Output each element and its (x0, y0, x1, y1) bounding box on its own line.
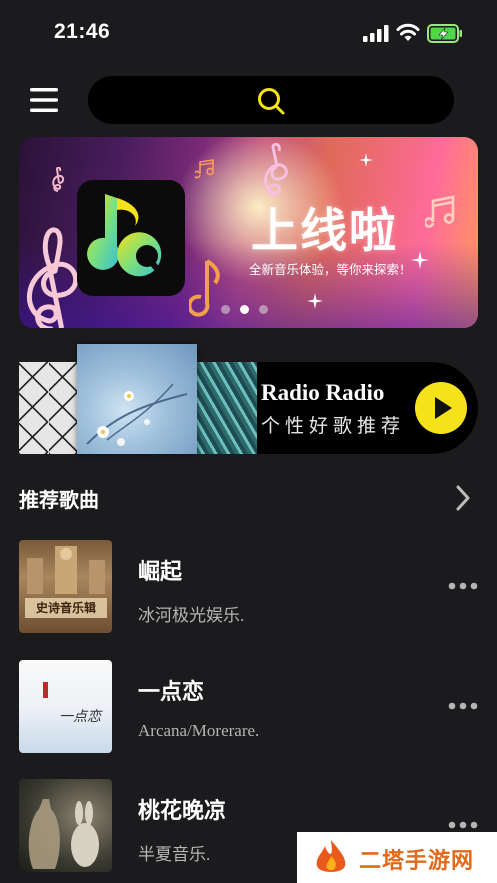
status-bar: 21:46 (0, 0, 497, 66)
status-time: 21:46 (54, 20, 111, 43)
small-clef-icon (52, 167, 65, 192)
watermark-text: 二塔手游网 (359, 849, 475, 874)
music-note-icon (189, 259, 220, 317)
eighth-note-icon (195, 159, 214, 179)
pagination-dot[interactable] (221, 305, 230, 314)
song-title: 一点恋 (138, 680, 205, 705)
song-title: 桃花晚凉 (138, 799, 227, 824)
song-artist: 半夏音乐. (138, 845, 211, 864)
beamed-notes-icon (425, 195, 455, 228)
radio-subtitle: 个性好歌推荐 (261, 415, 406, 437)
search-icon[interactable] (256, 86, 286, 116)
song-artist: 冰河极光娱乐. (138, 606, 245, 625)
more-options-icon[interactable] (448, 702, 478, 710)
song-cover: 一点恋 (19, 660, 112, 753)
clef-icon (264, 143, 288, 197)
menu-icon[interactable] (28, 86, 60, 114)
radio-cover-geometric (19, 362, 79, 454)
banner-subtitle: 全新音乐体验，等你来探索！ (249, 262, 412, 277)
chevron-right-icon[interactable] (454, 484, 472, 512)
flowers-illustration (86, 383, 188, 446)
flame-logo-icon (316, 840, 346, 872)
play-button[interactable] (415, 382, 467, 434)
music-note-logo-icon (87, 194, 168, 281)
song-artist: Arcana/Morerare. (138, 721, 260, 740)
sparkle-icon (359, 153, 373, 167)
song-cover: 史诗音乐辑 (19, 540, 112, 633)
radio-title: Radio Radio (261, 380, 385, 405)
song-cover (19, 779, 112, 872)
banner-headline: 上线啦 (251, 204, 398, 259)
search-bar[interactable] (88, 76, 454, 124)
treble-clef-icon (26, 227, 79, 328)
statues-illustration (27, 546, 105, 594)
cover-caption: 一点恋 (59, 709, 101, 725)
pagination-dot[interactable] (259, 305, 268, 314)
sparkle-icon (411, 251, 429, 269)
section-title-recommended: 推荐歌曲 (19, 488, 99, 512)
signal-icon (363, 25, 389, 42)
battery-charging-icon (427, 24, 462, 43)
sparkle-icon (307, 293, 323, 309)
song-row[interactable]: 一点恋 一点恋 Arcana/Morerare. (0, 660, 497, 756)
banner-pagination[interactable] (221, 305, 268, 314)
watermark: 二塔手游网 (297, 832, 497, 883)
cover-figure (43, 682, 48, 698)
more-options-icon[interactable] (448, 582, 478, 590)
radio-cover-leaves (197, 362, 257, 454)
song-row[interactable]: 史诗音乐辑 崛起 冰河极光娱乐. (0, 540, 497, 636)
pagination-dot-active[interactable] (240, 305, 249, 314)
radio-cover-flowers (77, 344, 197, 454)
song-title: 崛起 (138, 560, 183, 585)
promo-banner[interactable]: 上线啦 全新音乐体验，等你来探索！ (19, 137, 478, 328)
wifi-icon (396, 23, 420, 41)
cover-caption: 史诗音乐辑 (25, 598, 107, 618)
more-options-icon[interactable] (448, 821, 478, 829)
app-logo (77, 180, 185, 296)
vase-rabbit-illustration (28, 799, 99, 869)
